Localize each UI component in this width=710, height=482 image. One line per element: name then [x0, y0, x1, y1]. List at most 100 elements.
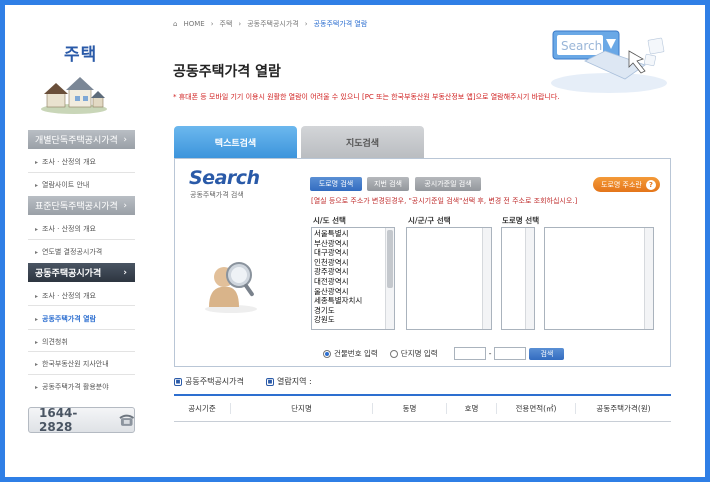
divider: [28, 351, 135, 352]
page-frame: 주택 개별단독주택공시가격 › ▸ 조사 · 산정의 개요 ▸ 열람사이트 안내 표…: [5, 5, 705, 477]
menu-individual-house[interactable]: 개별단독주택공시가격 ›: [28, 130, 135, 149]
home-icon: ⌂: [173, 20, 178, 28]
bullet-icon: ▸: [35, 361, 39, 368]
road-initial-scrollbar[interactable]: [525, 228, 534, 329]
breadcrumb-sep: ›: [238, 20, 242, 28]
divider: [28, 172, 135, 173]
search-submit-button[interactable]: 검색: [529, 347, 565, 360]
help-icon: ?: [645, 179, 656, 190]
road-label: 도로명 선택: [502, 216, 540, 225]
bullet-icon: ▸: [35, 226, 39, 233]
sido-option[interactable]: 부산광역시: [312, 239, 385, 249]
phone-number: 1644-2828: [39, 406, 78, 434]
sido-option[interactable]: 대구광역시: [312, 248, 385, 258]
sido-option[interactable]: 강원도: [312, 315, 385, 325]
submenu-item[interactable]: ▸ 연도별 결정공시가격: [35, 247, 135, 257]
submenu-item[interactable]: ▸ 의견청취: [35, 337, 135, 347]
sido-option[interactable]: 울산광역시: [312, 287, 385, 297]
sido-option[interactable]: 세종특별자치시: [312, 296, 385, 306]
radio-unchecked-icon[interactable]: [389, 349, 398, 358]
col-complex-name: 단지명: [230, 403, 372, 414]
bullet-icon: ▸: [35, 249, 39, 256]
scroll-thumb[interactable]: [387, 230, 393, 288]
road-listbox[interactable]: [544, 227, 654, 330]
search-brand: Search: [189, 167, 260, 189]
tab-text-search[interactable]: 텍스트검색: [174, 126, 297, 159]
road-scrollbar[interactable]: [644, 228, 653, 329]
divider: [28, 374, 135, 375]
breadcrumb-sep: ›: [304, 20, 308, 28]
radio-checked-icon[interactable]: [323, 349, 331, 358]
dash-separator: -: [488, 349, 492, 358]
divider: [28, 239, 135, 240]
col-area: 전용면적(㎡): [496, 403, 575, 414]
sido-option[interactable]: 경기도: [312, 306, 385, 316]
phone-contact: 1644-2828: [28, 406, 135, 434]
sido-scrollbar[interactable]: [385, 228, 394, 329]
breadcrumb-item[interactable]: 공동주택공시가격: [247, 19, 299, 29]
menu-standard-house[interactable]: 표준단독주택공시가격 ›: [28, 196, 135, 215]
page-title: 공동주택가격 열람: [173, 64, 281, 80]
submenu-item[interactable]: ▸ 공동주택가격 활용분야: [35, 382, 135, 392]
sido-option[interactable]: 인천광역시: [312, 258, 385, 268]
bullet-icon: ▸: [35, 316, 39, 323]
bullet-icon: ▸: [35, 293, 39, 300]
tab-map-search[interactable]: 지도검색: [301, 126, 424, 159]
submenu-item[interactable]: ▸ 한국부동산원 지사안내: [35, 359, 135, 369]
road-name-search-button[interactable]: 도로명 검색: [310, 177, 362, 191]
chevron-right-icon: ›: [123, 200, 127, 211]
divider: [28, 329, 135, 330]
submenu-item[interactable]: ▸ 조사 · 산정의 개요: [35, 291, 135, 301]
sido-label: 시/도 선택: [313, 216, 346, 225]
radio-complex-name[interactable]: 단지명 입력: [389, 348, 438, 359]
submenu-item-active[interactable]: ▸ 공동주택가격 열람: [35, 314, 135, 324]
search-mode-options: 건물번호 입력 단지명 입력 - 검색: [323, 347, 565, 360]
menu-label: 표준단독주택공시가격: [35, 202, 118, 212]
notice-date-search-button[interactable]: 공시가준일 검색: [415, 177, 481, 191]
breadcrumb-sep: ›: [210, 20, 214, 28]
sigungu-scrollbar[interactable]: [482, 228, 491, 329]
road-address-info-button[interactable]: 도로명 주소란 ?: [593, 177, 660, 192]
bullet-icon: ▸: [35, 339, 39, 346]
sido-option[interactable]: 대전광역시: [312, 277, 385, 287]
menu-label: 공동주택공시가격: [35, 269, 102, 279]
sido-options: 서울특별시 부산광역시 대구광역시 인천광역시 광주광역시 대전광역시 울산광역…: [312, 228, 385, 329]
mobile-notice: * 휴대폰 등 모바일 기기 이용시 원활한 열람이 어려울 수 있으니 [PC…: [173, 93, 560, 101]
col-notice-date: 공시기준: [188, 404, 216, 413]
sidebar-title: 주택: [64, 45, 98, 65]
person-magnifier-icon: [205, 262, 257, 313]
jibun-search-button[interactable]: 지번 검색: [367, 177, 409, 191]
menu-apartment[interactable]: 공동주택공시가격 ›: [28, 263, 135, 282]
building-number-sub-input[interactable]: [494, 347, 527, 360]
phone-icon: [118, 414, 134, 426]
chevron-right-icon: ›: [123, 134, 127, 145]
breadcrumb-home[interactable]: HOME: [183, 20, 204, 28]
search-subtitle: 공동주택가격 검색: [190, 191, 244, 199]
col-dong: 동명: [372, 403, 446, 414]
bullet-icon: ▸: [35, 384, 39, 391]
search-hint: [열실 등으로 주소가 변경된경우, "공시기준일 검색"선택 후, 변경 전 …: [311, 197, 578, 205]
breadcrumb: ⌂ HOME › 주택 › 공동주택공시가격 › 공동주택가격 열람: [173, 19, 373, 29]
sido-option[interactable]: 서울특별시: [312, 229, 385, 239]
road-address-label: 도로명 주소란: [601, 180, 642, 189]
col-ho: 호명: [446, 403, 496, 414]
box-icon: ■: [174, 377, 182, 386]
sigungu-listbox[interactable]: [406, 227, 492, 330]
sido-option[interactable]: 광주광역시: [312, 267, 385, 277]
result-section-label: ■ 공동주택공시가격: [174, 377, 244, 386]
sigungu-options: [407, 228, 482, 329]
building-number-main-input[interactable]: [453, 347, 486, 360]
road-options: [545, 228, 644, 329]
road-initial-listbox[interactable]: [501, 227, 535, 330]
submenu-item[interactable]: ▸ 조사 · 산정의 개요: [35, 157, 135, 167]
result-region-label: ■ 열람지역 :: [266, 377, 312, 386]
sido-listbox[interactable]: 서울특별시 부산광역시 대구광역시 인천광역시 광주광역시 대전광역시 울산광역…: [311, 227, 395, 330]
breadcrumb-item[interactable]: 주택: [220, 19, 233, 29]
result-table-header: 공시기준 단지명 동명 호명 전용면적(㎡) 공동주택가격(원): [174, 394, 671, 422]
radio-building-number[interactable]: 건물번호 입력: [323, 348, 378, 359]
submenu-item[interactable]: ▸ 조사 · 산정의 개요: [35, 224, 135, 234]
bullet-icon: ▸: [35, 159, 39, 166]
illustration-search-text: Search: [561, 39, 602, 53]
submenu-item[interactable]: ▸ 열람사이트 안내: [35, 180, 135, 190]
box-icon: ■: [266, 377, 274, 386]
